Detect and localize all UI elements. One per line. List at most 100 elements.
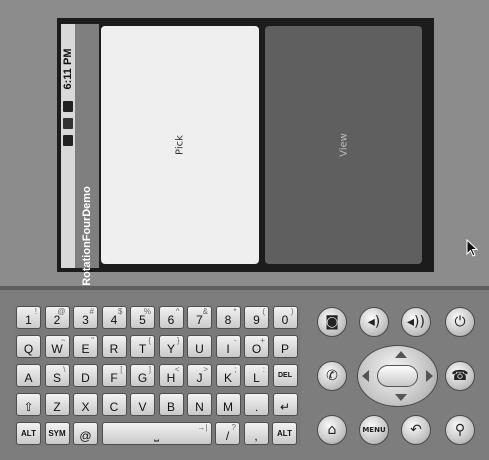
key-label: 0 xyxy=(281,312,289,327)
dpad-center-button[interactable] xyxy=(377,365,418,387)
key-8[interactable]: 8 * xyxy=(215,306,241,329)
key-sub-label: + xyxy=(260,336,265,345)
key-g[interactable]: G] xyxy=(130,364,155,387)
back-icon: ↶ xyxy=(410,422,422,438)
key-sub-label: & xyxy=(202,307,208,316)
key-sym0[interactable]: ⇧ xyxy=(16,393,41,416)
key-d[interactable]: D xyxy=(73,364,98,387)
battery-icon xyxy=(63,101,73,112)
key-a[interactable]: A xyxy=(16,364,41,387)
back-button[interactable]: ↶ xyxy=(401,415,431,445)
dpad-up-icon[interactable] xyxy=(395,351,407,358)
key-sub-label: # xyxy=(89,307,94,316)
key-sub-label: ? xyxy=(231,423,236,432)
key-alt[interactable]: ALT xyxy=(16,422,41,445)
end-call-button[interactable]: ☎ xyxy=(445,361,475,391)
key-label: G xyxy=(137,370,148,385)
key-sym5[interactable]: , xyxy=(243,422,269,445)
view-label: View xyxy=(338,133,349,157)
key-o[interactable]: O + xyxy=(244,335,269,358)
volume-up-icon: ◂)) xyxy=(407,314,425,330)
volume-up-button[interactable]: ◂)) xyxy=(401,307,431,337)
key-label: 4 xyxy=(110,312,118,327)
key-z[interactable]: Z xyxy=(44,393,70,416)
key-label: 6 xyxy=(167,312,175,327)
pick-label: Pick xyxy=(174,135,186,155)
key-sym8[interactable]: . xyxy=(244,393,269,416)
key-label: ⎵ xyxy=(154,428,159,442)
key-b[interactable]: B xyxy=(158,393,184,416)
key-sub-label: } xyxy=(176,336,180,345)
menu-label: MENU xyxy=(362,425,386,434)
key-5[interactable]: 5% xyxy=(130,306,155,329)
key-4[interactable]: 4 $ xyxy=(101,306,127,329)
key-sub-label: ) xyxy=(290,307,294,316)
key-sub-label: [ xyxy=(120,365,123,374)
key-6[interactable]: 6 ^ xyxy=(158,306,184,329)
key-r[interactable]: R xyxy=(101,335,127,358)
key-m[interactable]: M xyxy=(215,393,241,416)
key-sym2[interactable]: @ xyxy=(73,422,98,445)
key-s[interactable]: S \ xyxy=(44,364,70,387)
menu-button[interactable]: MENU xyxy=(359,415,389,445)
key-l[interactable]: L: xyxy=(244,364,269,387)
key-sub-label: ] xyxy=(148,365,151,374)
key-v[interactable]: V xyxy=(130,393,155,416)
key-u[interactable]: U xyxy=(187,335,212,358)
key-0[interactable]: 0) xyxy=(272,306,298,329)
key-label: Q xyxy=(23,341,34,356)
key-y[interactable]: Y} xyxy=(158,335,184,358)
key-n[interactable]: N xyxy=(187,393,212,416)
power-button[interactable]: ⏻ xyxy=(445,307,475,337)
view-fragment-panel[interactable]: View xyxy=(265,26,422,264)
key-c[interactable]: C xyxy=(101,393,127,416)
home-icon: ⌂ xyxy=(327,422,337,438)
call-button[interactable]: ✆ xyxy=(317,361,347,391)
key-7[interactable]: 7 & xyxy=(187,306,212,329)
signal-icon xyxy=(63,118,73,129)
key-f[interactable]: F[ xyxy=(101,364,127,387)
phone-call-icon: ✆ xyxy=(326,368,338,384)
key-h[interactable]: H < xyxy=(158,364,184,387)
dpad-right-icon[interactable] xyxy=(426,370,433,382)
key-k[interactable]: K; xyxy=(215,364,241,387)
key-i[interactable]: I- xyxy=(215,335,241,358)
key-x[interactable]: X xyxy=(73,393,98,416)
pick-fragment-panel[interactable]: Pick xyxy=(101,26,259,264)
key-sym[interactable]: SYM xyxy=(44,422,70,445)
search-button[interactable]: ⚲ xyxy=(445,415,475,445)
key-label: N xyxy=(195,399,204,414)
key-1[interactable]: 1! xyxy=(16,306,41,329)
key-p[interactable]: P xyxy=(272,335,298,358)
dpad-left-icon[interactable] xyxy=(362,370,369,382)
key-label: ⇧ xyxy=(23,399,34,414)
usb-icon xyxy=(63,135,73,146)
key-sym4[interactable]: /? xyxy=(215,422,240,445)
key-label: Y xyxy=(166,341,175,356)
key-w[interactable]: W ~ xyxy=(44,335,70,358)
key-label: SYM xyxy=(48,429,66,438)
key-label: M xyxy=(223,399,233,414)
key-sub-label: ; xyxy=(234,365,237,374)
key-3[interactable]: 3 # xyxy=(73,306,98,329)
key-j[interactable]: J > xyxy=(187,364,212,387)
key-label: ↵ xyxy=(279,399,291,414)
key-alt[interactable]: ALT xyxy=(272,422,297,445)
key-sym3[interactable]: ⎵ →| xyxy=(101,422,212,445)
key-t[interactable]: T{ xyxy=(130,335,155,358)
key-label: 8 xyxy=(224,312,232,327)
dpad[interactable] xyxy=(357,345,438,407)
home-button[interactable]: ⌂ xyxy=(317,415,347,445)
dpad-down-icon[interactable] xyxy=(395,394,407,401)
camera-button[interactable]: ◙ xyxy=(317,307,347,337)
key-sym9[interactable]: ↵ xyxy=(272,393,298,416)
key-sub-label: ( xyxy=(262,307,265,316)
key-9[interactable]: 9( xyxy=(244,306,269,329)
key-del[interactable]: DEL xyxy=(272,364,298,387)
key-e[interactable]: E " xyxy=(73,335,98,358)
hardware-keyboard: 1! 2 @3 #4 $5% 6 ^ 7 & 8 * 9(0) Q W ~ E " R T{Y} U I - O + P A S \ D… xyxy=(14,306,301,446)
key-label: 3 xyxy=(82,312,89,327)
key-2[interactable]: 2 @ xyxy=(44,306,70,329)
volume-down-button[interactable]: ◂) xyxy=(359,307,389,337)
key-q[interactable]: Q xyxy=(16,335,41,358)
